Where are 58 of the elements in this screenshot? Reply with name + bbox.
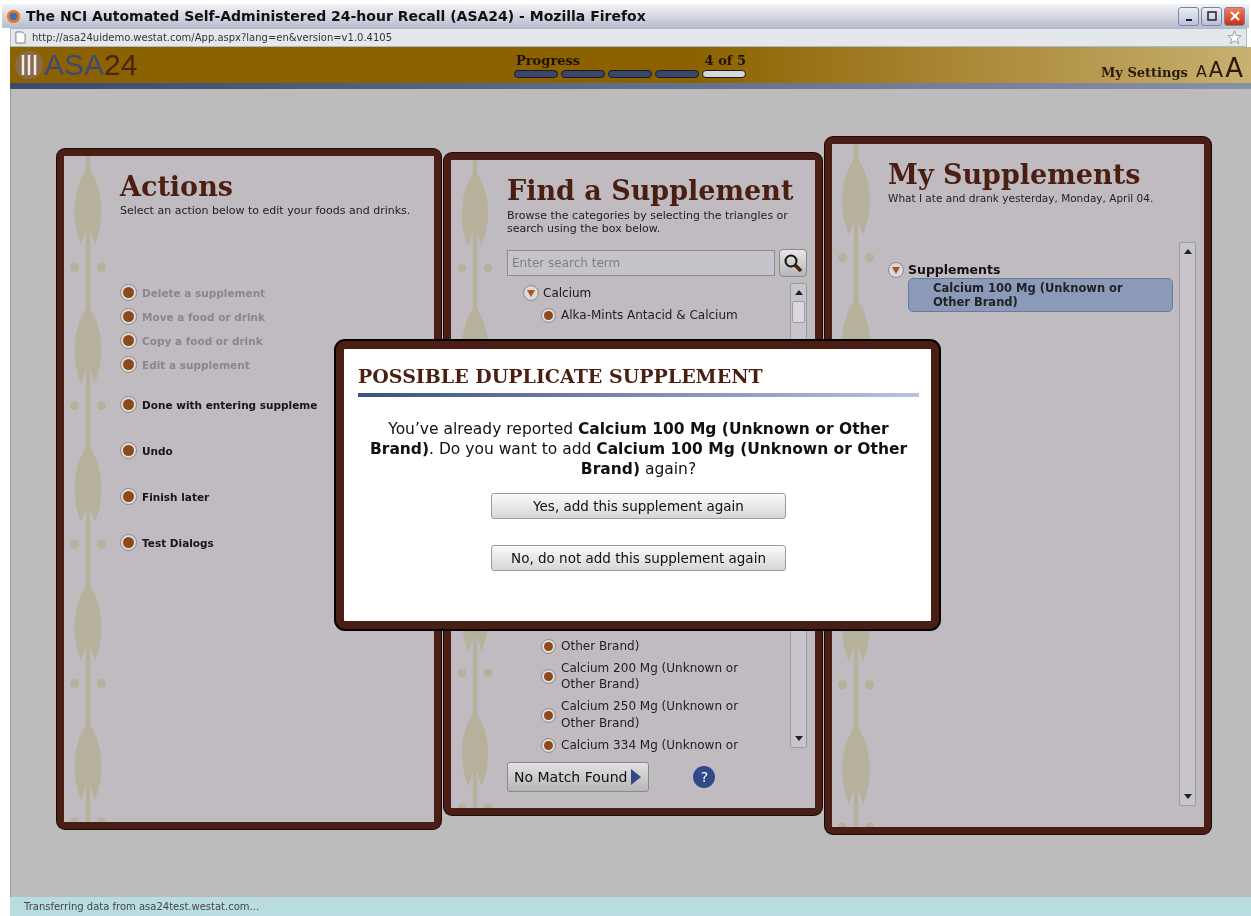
search-field[interactable]: Enter search term — [507, 250, 776, 277]
expand-toggle-icon[interactable] — [888, 261, 904, 278]
expand-toggle-icon[interactable] — [523, 285, 539, 302]
panel-title: Actions — [120, 172, 234, 202]
progress-label: Progress — [516, 52, 581, 68]
minimize-button[interactable] — [1178, 6, 1199, 26]
scroll-up-icon[interactable] — [1183, 248, 1192, 254]
no-match-found-button[interactable]: No Match Found — [507, 762, 650, 793]
action-option[interactable]: Test Dialogs — [120, 530, 214, 555]
panel-subtitle: Select an action below to edit your foods and drinks. — [120, 203, 412, 217]
panel-title: Find a Supplement — [507, 176, 795, 206]
supplement-option[interactable]: Calcium 200 Mg (Unknown or Other Brand) — [561, 659, 761, 694]
status-text: Transferring data from asa24test.westat.com... — [24, 901, 260, 912]
supplement-option[interactable]: Alka-Mints Antacid & Calcium — [561, 307, 761, 324]
dialog-title: POSSIBLE DUPLICATE SUPPLEMENT — [358, 365, 763, 387]
text-size-button[interactable]: A — [1195, 64, 1207, 80]
maximize-button[interactable] — [1201, 6, 1222, 26]
close-icon — [1229, 11, 1240, 21]
dialog-message: You’ve already reported Calcium 100 Mg (Unknown or Other Brand). Do you want to add Calcium 100 Mg (Unknown or Other Brand) again? — [368, 419, 909, 480]
panel-subtitle: What I ate and drank yesterday, Monday, April 04. — [888, 191, 1155, 204]
text-size-button[interactable]: A — [1208, 60, 1224, 81]
minimize-icon — [1185, 19, 1192, 21]
page-icon — [15, 31, 26, 44]
action-option[interactable]: Done with entering suppleme — [120, 392, 318, 417]
supplement-option[interactable]: Other Brand) — [561, 637, 761, 655]
window-title: The NCI Automated Self-Administered 24-hour Recall (ASA24) - Mozilla Firefox — [26, 8, 647, 24]
scroll-up-icon[interactable] — [794, 290, 803, 296]
supplement-option[interactable]: Calcium 250 Mg (Unknown or Other Brand) — [561, 698, 761, 732]
browser-globe-icon — [6, 8, 21, 24]
action-option[interactable]: Undo — [120, 438, 173, 463]
text-size-button[interactable]: A — [1225, 55, 1243, 81]
group-label[interactable]: Supplements — [908, 262, 1001, 278]
supplement-entry[interactable]: Calcium 100 Mg (Unknown or Other Brand) — [908, 277, 1173, 313]
radio-button[interactable] — [541, 707, 556, 723]
search-button[interactable] — [779, 249, 807, 278]
radio-button[interactable] — [541, 307, 556, 323]
radio-button[interactable] — [541, 638, 556, 654]
star-icon[interactable] — [1227, 30, 1242, 45]
progress-reading: 4 of 5 — [704, 52, 746, 68]
scroll-down-icon[interactable] — [794, 736, 803, 742]
dialog-button[interactable]: No, do not add this supplement again — [491, 545, 786, 572]
triangle-icon — [630, 768, 643, 787]
close-button[interactable] — [1224, 6, 1245, 26]
help-button[interactable]: ? — [693, 766, 716, 789]
app-logo: ASA24 — [44, 50, 138, 80]
scroll-down-icon[interactable] — [1183, 793, 1192, 799]
action-option[interactable]: Finish later — [120, 484, 210, 509]
maximize-icon — [1206, 11, 1217, 21]
panel-description: Browse the categories by selecting the triangles or search using the box below. — [507, 208, 789, 236]
scrollbar[interactable] — [1179, 241, 1196, 806]
dialog-button[interactable]: Yes, add this supplement again — [491, 493, 786, 520]
panel-title: My Supplements — [888, 160, 1142, 190]
category-label[interactable]: Calcium — [543, 286, 592, 301]
settings-link[interactable]: My Settings — [1100, 65, 1188, 80]
radio-button[interactable] — [541, 737, 556, 753]
scroll-thumb[interactable] — [792, 301, 805, 324]
supplement-option[interactable]: Calcium 334 Mg (Unknown or — [561, 736, 761, 754]
radio-button[interactable] — [541, 668, 556, 684]
